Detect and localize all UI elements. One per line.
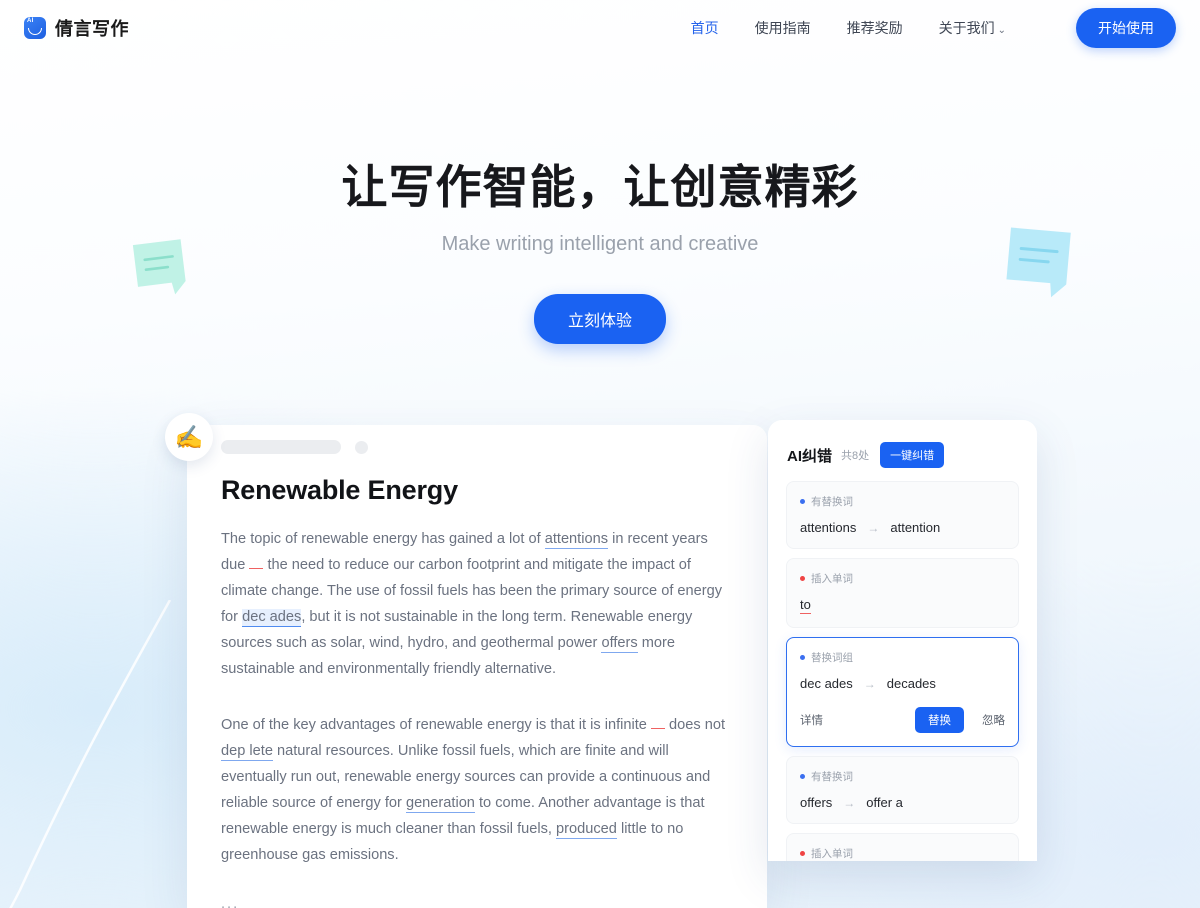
suggestion-generation[interactable]: generation (405, 795, 475, 813)
suggestion-produced[interactable]: produced (556, 821, 617, 839)
document-paragraph-1: The topic of renewable energy has gained… (221, 526, 733, 682)
main-nav: 首页 使用指南 推荐奖励 关于我们 ⌄ 开始使用 (691, 8, 1176, 48)
suggestion-from: offers (800, 795, 833, 810)
ignore-button[interactable]: 忽略 (982, 712, 1005, 728)
nav-item-rewards[interactable]: 推荐奖励 (847, 18, 903, 38)
suggestion-card-label: 替换词组 (800, 650, 1005, 665)
ai-correction-panel: AI纠错 共8处 一键纠错 有替换词 attentions → attentio… (768, 420, 1037, 861)
p2-text-a: One of the key advantages of renewable e… (221, 717, 651, 733)
suggestion-card[interactable]: 有替换词 attentions → attention (786, 481, 1019, 549)
hero-section: 让写作智能，让创意精彩 Make writing intelligent and… (0, 160, 1200, 345)
suggestion-card-label: 插入单词 (800, 846, 1005, 861)
suggestion-card-label: 有替换词 (800, 494, 1005, 509)
p2-text-b: does not (664, 717, 726, 733)
replace-button[interactable]: 替换 (915, 707, 964, 733)
suggestion-from: dec ades (800, 676, 853, 691)
brand-logo[interactable]: AI 倩言写作 (24, 15, 129, 41)
suggestion-deplete[interactable]: dep lete (221, 743, 273, 761)
document-ellipsis: ... (221, 896, 240, 908)
ai-panel-title: AI纠错 (787, 447, 833, 465)
status-dot-icon (800, 655, 805, 660)
status-dot-icon (800, 499, 805, 504)
suggestion-from: attentions (800, 520, 857, 535)
suggestion-decades[interactable]: dec ades (242, 609, 302, 627)
ai-suggestion-list: 有替换词 attentions → attention 插入单词 to 替换词组… (768, 481, 1037, 861)
nav-item-about[interactable]: 关于我们 ⌄ (939, 18, 1006, 38)
suggestion-card-active[interactable]: 替换词组 dec ades → decades 详情 替换 忽略 (786, 637, 1019, 747)
toolbar-placeholder-dot (355, 440, 368, 454)
suggestion-to: decades (886, 676, 936, 691)
status-dot-icon (800, 851, 805, 856)
suggestion-type: 有替换词 (811, 771, 853, 783)
arrow-right-icon: → (863, 676, 876, 691)
insertion-marker-2[interactable] (650, 728, 665, 729)
chevron-down-icon: ⌄ (997, 25, 1006, 36)
suggestion-type: 替换词组 (811, 652, 853, 664)
suggestion-type: 有替换词 (811, 496, 853, 508)
nav-item-about-label: 关于我们 (938, 20, 995, 36)
suggestion-offers[interactable]: offers (601, 635, 638, 653)
brand-name: 倩言写作 (55, 19, 129, 39)
logo-smile-shape (28, 28, 42, 35)
suggestion-type: 插入单词 (811, 573, 853, 585)
suggestion-primary-actions: 替换 忽略 (915, 707, 1005, 733)
ai-issue-count: 共8处 (841, 450, 870, 462)
suggestion-card[interactable]: 插入单词 (786, 833, 1019, 861)
document-title: Renewable Energy (221, 475, 458, 505)
nav-item-rewards-label: 推荐奖励 (846, 20, 903, 36)
suggestion-to: offer a (866, 795, 903, 810)
toolbar-placeholder-bar (221, 440, 341, 454)
suggestion-card-words: offers → offer a (800, 795, 1005, 810)
hero-subtitle: Make writing intelligent and creative (441, 233, 759, 256)
site-header: AI 倩言写作 首页 使用指南 推荐奖励 关于我们 ⌄ 开始使用 (0, 0, 1200, 56)
suggestion-card-label: 有替换词 (800, 769, 1005, 784)
suggestion-card-words: attentions → attention (800, 520, 1005, 535)
fix-all-button[interactable]: 一键纠错 (880, 442, 945, 468)
hero-title: 让写作智能，让创意精彩 (341, 161, 859, 213)
suggestion-card[interactable]: 插入单词 to (786, 558, 1019, 628)
nav-item-guide[interactable]: 使用指南 (755, 18, 811, 38)
suggestion-card-actions: 详情 替换 忽略 (800, 707, 1005, 733)
suggestion-card-label: 插入单词 (800, 571, 1005, 586)
p1-text-a: The topic of renewable energy has gained… (221, 531, 545, 547)
suggestion-from: to (800, 597, 811, 614)
document-toolbar (187, 425, 767, 469)
get-started-button[interactable]: 开始使用 (1076, 8, 1176, 48)
logo-ai-text: AI (27, 18, 34, 24)
document-editor-card: Renewable Energy The topic of renewable … (187, 425, 767, 908)
writing-hand-icon: ✍️ (165, 413, 213, 461)
status-dot-icon (800, 576, 805, 581)
document-body[interactable]: Renewable Energy The topic of renewable … (187, 469, 767, 908)
status-dot-icon (800, 774, 805, 779)
try-now-button[interactable]: 立刻体验 (533, 294, 666, 345)
insertion-marker-1[interactable] (249, 568, 264, 569)
suggestion-card-words: to (800, 597, 1005, 614)
suggestion-type: 插入单词 (811, 848, 853, 860)
ai-book-logo-icon: AI (24, 17, 46, 39)
suggestion-card-words: dec ades → decades (800, 676, 1005, 691)
detail-button[interactable]: 详情 (800, 712, 823, 728)
document-paragraph-2: One of the key advantages of renewable e… (221, 712, 733, 868)
arrow-right-icon: → (843, 795, 856, 810)
nav-item-home[interactable]: 首页 (691, 18, 719, 38)
suggestion-card[interactable]: 有替换词 offers → offer a (786, 756, 1019, 824)
suggestion-to: attention (890, 520, 941, 535)
suggestion-attentions[interactable]: attentions (544, 531, 609, 549)
arrow-right-icon: → (867, 520, 880, 535)
ai-panel-header: AI纠错 共8处 一键纠错 (768, 420, 1037, 481)
